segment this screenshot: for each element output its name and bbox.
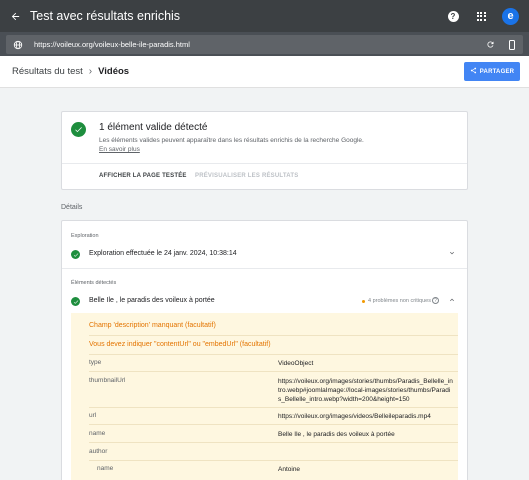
non-critical-issues-badge: 4 problèmes non critiques <box>362 298 431 304</box>
warning-message: Vous devez indiquer "contentUrl" ou "emb… <box>89 341 271 348</box>
divider <box>62 268 467 269</box>
url-field-container: https://voileux.org/voileux-belle-ile-pa… <box>6 35 523 54</box>
breadcrumb-root[interactable]: Résultats du test <box>12 66 83 77</box>
property-key: type <box>89 359 102 366</box>
description-text: Les éléments valides peuvent apparaître … <box>99 137 364 144</box>
divider <box>89 354 458 355</box>
app-title: Test avec résultats enrichis <box>30 9 181 23</box>
valid-items-title: 1 élément valide détecté <box>99 122 208 133</box>
property-value: https://voileux.org/images/videos/Bellei… <box>278 413 431 420</box>
property-key: author <box>89 448 108 455</box>
chevron-down-icon[interactable] <box>448 249 456 259</box>
globe-icon <box>6 40 30 50</box>
warning-dot-icon <box>362 299 365 303</box>
issues-count-text: 4 problèmes non critiques <box>368 298 431 304</box>
share-label: PARTAGER <box>479 68 515 75</box>
divider <box>89 424 458 425</box>
crawl-section-label: Exploration <box>71 233 99 239</box>
mobile-device-icon[interactable] <box>501 39 523 50</box>
url-bar: https://voileux.org/voileux-belle-ile-pa… <box>0 32 529 56</box>
divider <box>89 460 458 461</box>
item-details-panel: Champ 'description' manquant (facultatif… <box>71 313 458 480</box>
help-icon[interactable]: ? <box>442 5 464 27</box>
crawl-status-text: Exploration effectuée le 24 janv. 2024, … <box>89 250 237 257</box>
breadcrumb-current: Vidéos <box>98 66 130 77</box>
view-tested-page-button[interactable]: AFFICHER LA PAGE TESTÉE <box>99 173 187 179</box>
share-icon <box>470 67 477 76</box>
property-key: thumbnailUrl <box>89 377 126 384</box>
property-value: Belle Ile , le paradis des voileux à por… <box>278 431 395 438</box>
learn-more-link[interactable]: En savoir plus <box>99 146 140 153</box>
valid-items-description: Les éléments valides peuvent apparaître … <box>99 136 369 154</box>
property-key: url <box>89 412 97 419</box>
page-header: Résultats du test › Vidéos PARTAGER <box>0 56 529 88</box>
crawl-check-icon <box>71 250 80 259</box>
apps-grid-icon[interactable] <box>470 5 492 27</box>
tested-url[interactable]: https://voileux.org/voileux-belle-ile-pa… <box>34 40 479 49</box>
result-summary-card: 1 élément valide détecté Les éléments va… <box>61 111 468 190</box>
chevron-up-icon[interactable] <box>448 296 456 306</box>
chevron-right-icon: › <box>88 66 93 77</box>
valid-check-icon <box>71 122 86 137</box>
account-avatar[interactable]: e <box>502 7 519 25</box>
divider <box>89 442 458 443</box>
divider <box>62 163 467 164</box>
divider <box>89 407 458 408</box>
help-circle-icon[interactable]: ? <box>432 297 439 304</box>
warning-message: Champ 'description' manquant (facultatif… <box>89 322 216 329</box>
refresh-icon[interactable] <box>479 40 501 49</box>
back-arrow-icon[interactable] <box>0 0 30 32</box>
property-key: name <box>89 430 106 437</box>
nested-property-key: name <box>97 465 114 472</box>
property-value: VideoObject <box>278 360 314 367</box>
divider <box>89 335 458 336</box>
app-bar: Test avec résultats enrichis ? e <box>0 0 529 32</box>
share-button[interactable]: PARTAGER <box>464 62 520 81</box>
divider <box>89 371 458 372</box>
preview-results-button[interactable]: PRÉVISUALISER LES RÉSULTATS <box>195 173 298 179</box>
detected-item-title[interactable]: Belle Ile , le paradis des voileux à por… <box>89 297 215 304</box>
details-card: Exploration Exploration effectuée le 24 … <box>61 220 468 480</box>
detected-items-label: Éléments détectés <box>71 280 117 286</box>
property-value: https://voileux.org/images/stories/thumb… <box>278 378 453 403</box>
item-check-icon <box>71 297 80 306</box>
details-heading: Détails <box>61 204 83 211</box>
nested-property-value: Antoine <box>278 466 301 473</box>
